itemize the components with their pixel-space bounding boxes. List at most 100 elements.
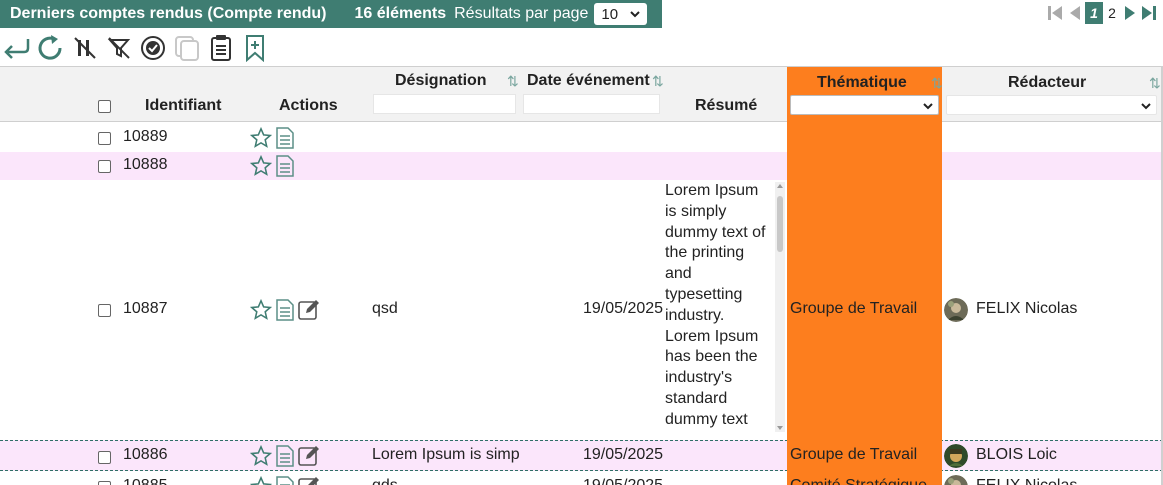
row-thematique: Groupe de Travail — [790, 446, 918, 463]
page-2-link[interactable]: 2 — [1105, 5, 1119, 21]
prev-page-icon[interactable] — [1066, 2, 1083, 24]
header-actions: Actions — [279, 97, 338, 114]
per-page-value: 10 — [601, 5, 619, 23]
row-id: 10889 — [123, 128, 168, 145]
table-row[interactable]: 10885 qds 19/05/2025 Comité Stratégique … — [0, 471, 1163, 485]
row-checkbox[interactable] — [98, 160, 111, 173]
edit-icon[interactable] — [298, 445, 320, 467]
chevron-down-icon — [923, 103, 933, 110]
thematique-cell — [787, 152, 942, 180]
row-checkbox[interactable] — [98, 132, 111, 145]
list-title-bar: Derniers comptes rendus (Compte rendu) 1… — [0, 0, 662, 28]
resume-line: is simply — [665, 202, 727, 220]
row-designation: qsd — [372, 300, 398, 317]
resume-line: standard — [665, 389, 728, 407]
header-date[interactable]: Date événement — [527, 72, 650, 90]
star-icon[interactable] — [250, 476, 272, 485]
last-page-icon[interactable] — [1140, 2, 1157, 24]
sort-icon[interactable]: ⇅ — [652, 73, 664, 90]
scroll-up-icon[interactable] — [776, 182, 784, 190]
select-all-checkbox[interactable] — [98, 100, 111, 113]
star-icon[interactable] — [250, 299, 272, 321]
row-actions — [250, 445, 320, 467]
row-date: 19/05/2025 — [583, 446, 664, 463]
resume-line: and — [665, 265, 692, 283]
star-icon[interactable] — [250, 445, 272, 467]
row-checkbox[interactable] — [98, 451, 111, 464]
redacteur-filter-select[interactable] — [946, 95, 1157, 115]
element-count: 16 éléments — [354, 5, 447, 22]
row-id: 10887 — [123, 300, 168, 317]
star-icon[interactable] — [250, 127, 272, 149]
document-icon[interactable] — [275, 445, 295, 467]
header-identifiant[interactable]: Identifiant — [145, 97, 221, 115]
chevron-down-icon — [1141, 103, 1151, 110]
row-redacteur: BLOIS Loic — [976, 446, 1057, 463]
avatar — [944, 444, 968, 468]
current-page[interactable]: 1 — [1085, 2, 1103, 24]
sort-icon[interactable]: ⇅ — [507, 73, 519, 90]
header-thematique[interactable]: Thématique — [817, 74, 907, 92]
resume-line: typesetting — [665, 285, 743, 303]
table-row[interactable]: 10887 qsd 19/05/2025 Lorem Ipsum is simp… — [0, 180, 1163, 440]
scroll-down-icon[interactable] — [776, 424, 784, 432]
row-id: 10888 — [123, 156, 168, 173]
header-redacteur[interactable]: Rédacteur — [1008, 74, 1086, 92]
header-designation[interactable]: Désignation — [395, 72, 487, 90]
row-redacteur: FELIX Nicolas — [976, 300, 1078, 317]
resume-line: industry's — [665, 369, 733, 387]
table-header: Identifiant Actions Désignation ⇅ Date é… — [0, 66, 1163, 123]
filter-off-icon[interactable] — [102, 33, 136, 63]
document-icon[interactable] — [275, 476, 295, 485]
avatar — [944, 298, 968, 322]
row-actions — [250, 476, 320, 485]
row-date: 19/05/2025 — [583, 477, 663, 485]
copy-icon[interactable] — [170, 33, 204, 63]
table-row[interactable]: 10888 — [0, 152, 1163, 180]
next-page-icon[interactable] — [1121, 2, 1138, 24]
resume-line: Lorem Ipsum — [665, 182, 759, 199]
designation-filter-input[interactable] — [373, 94, 516, 114]
resume-line: dummy text of — [665, 223, 766, 241]
first-page-icon[interactable] — [1047, 2, 1064, 24]
row-designation: qds — [372, 477, 398, 485]
resume-line: dummy text — [665, 410, 748, 428]
edit-icon[interactable] — [298, 476, 320, 485]
bookmark-add-icon[interactable] — [238, 33, 272, 63]
resume-scrollbar[interactable] — [775, 182, 785, 432]
refresh-icon[interactable] — [34, 33, 68, 63]
document-icon[interactable] — [275, 155, 295, 177]
per-page-select[interactable]: 10 — [594, 3, 648, 25]
clipboard-list-icon[interactable] — [204, 33, 238, 63]
avatar — [944, 475, 968, 485]
row-checkbox[interactable] — [98, 304, 111, 317]
resume-line: the printing — [665, 244, 745, 262]
table-row[interactable]: 10886 Lorem Ipsum is simp 19/05/2025 Gro… — [0, 440, 1163, 471]
no-link-icon[interactable] — [68, 33, 102, 63]
star-icon[interactable] — [250, 155, 272, 177]
document-icon[interactable] — [275, 299, 295, 321]
back-arrow-icon[interactable] — [0, 33, 34, 63]
per-page-label: Résultats par page — [454, 5, 589, 22]
row-checkbox[interactable] — [98, 481, 111, 485]
sort-icon[interactable]: ⇅ — [931, 75, 943, 92]
scroll-thumb[interactable] — [777, 196, 783, 252]
row-actions — [250, 155, 295, 177]
edit-icon[interactable] — [298, 299, 320, 321]
resume-line: has been the — [665, 348, 758, 366]
sort-icon[interactable]: ⇅ — [1149, 75, 1161, 92]
resume-line: industry. — [665, 306, 725, 324]
row-id: 10885 — [123, 477, 168, 485]
row-actions — [250, 299, 320, 321]
row-thematique: Comité Stratégique — [790, 477, 927, 485]
row-resume: Lorem Ipsum is simply dummy text of the … — [665, 181, 785, 433]
date-filter-input[interactable] — [523, 94, 660, 114]
row-redacteur: FELIX Nicolas — [976, 477, 1077, 485]
document-icon[interactable] — [275, 127, 295, 149]
row-designation: Lorem Ipsum is simp — [372, 446, 520, 463]
table-row[interactable]: 10889 — [0, 123, 1163, 152]
list-title: Derniers comptes rendus (Compte rendu) — [10, 5, 327, 22]
thematique-filter-select[interactable] — [790, 95, 939, 115]
check-circle-icon[interactable] — [136, 33, 170, 63]
header-resume: Résumé — [695, 97, 758, 114]
